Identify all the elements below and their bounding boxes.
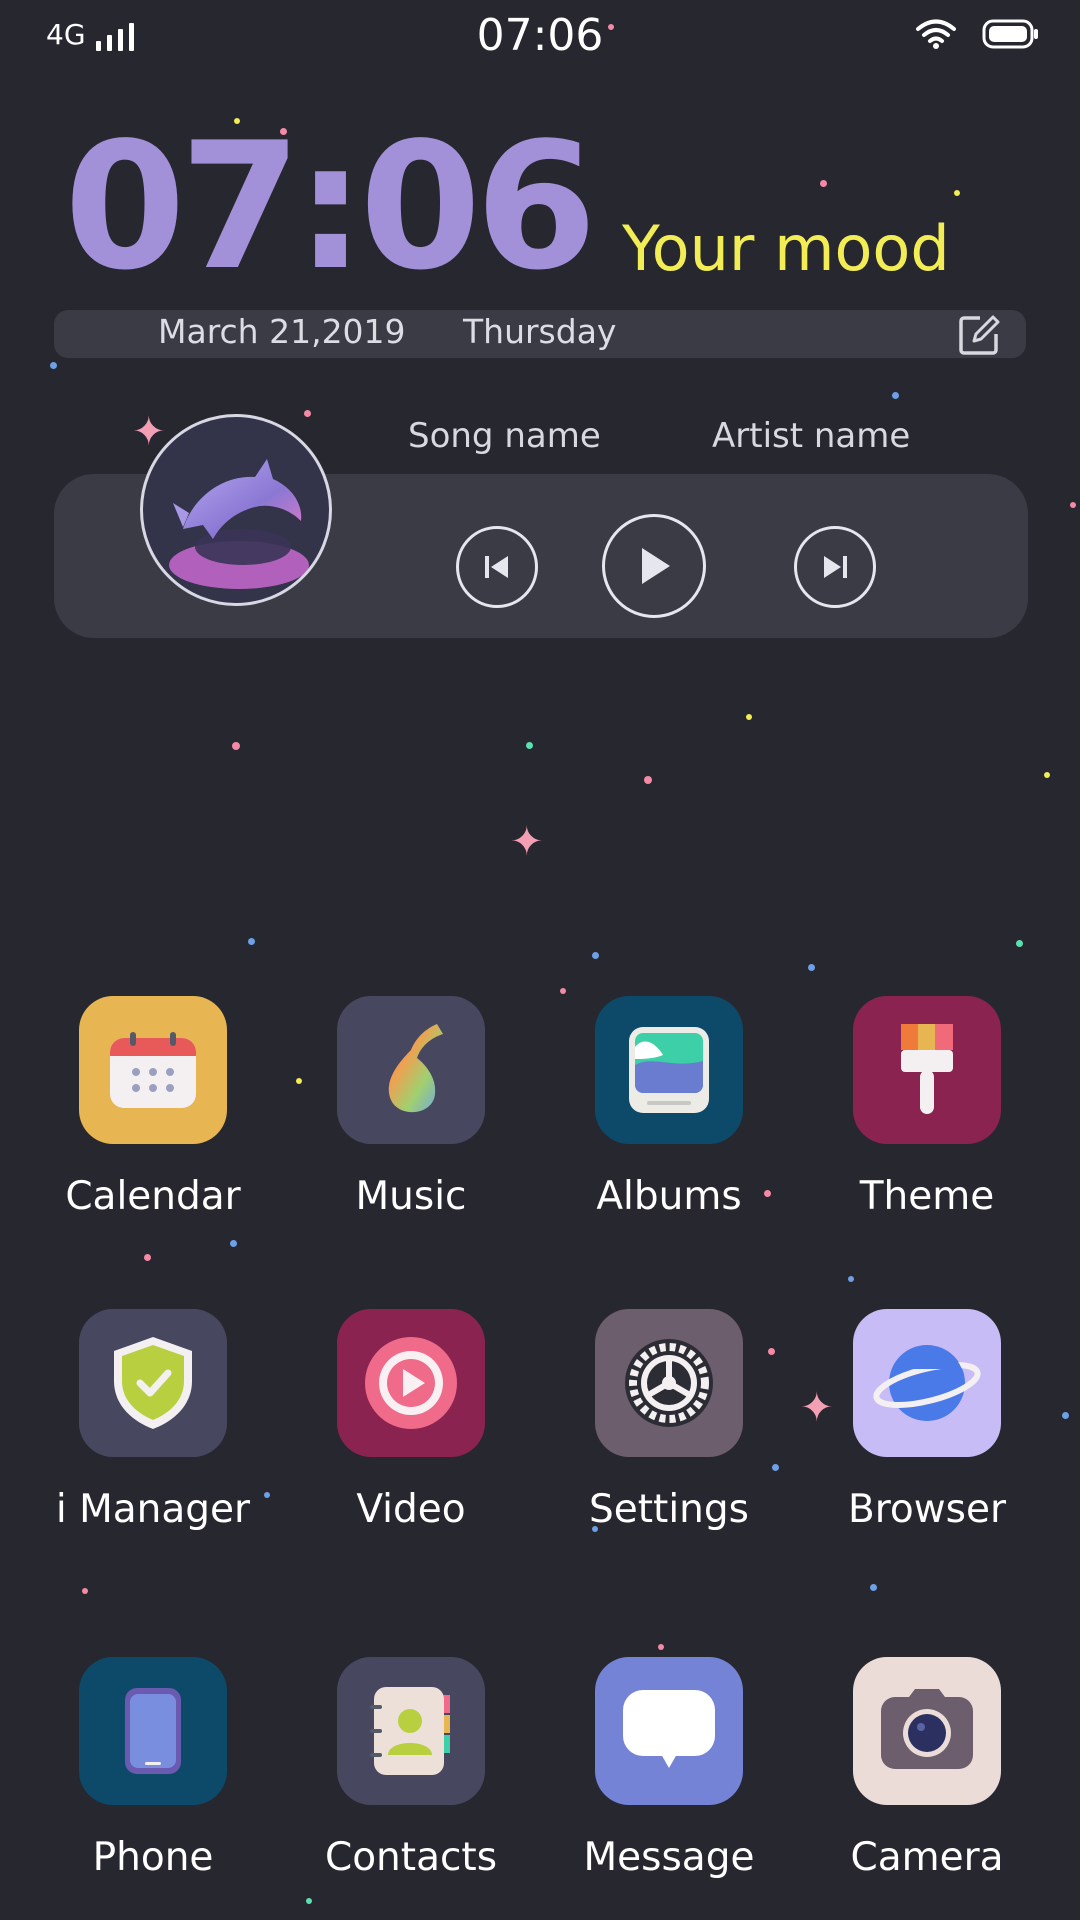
albums-tile[interactable] — [595, 996, 743, 1144]
shield-check-icon — [114, 1337, 192, 1429]
mood-label[interactable]: Your mood — [622, 212, 950, 285]
calendar-icon — [110, 1032, 196, 1108]
song-name: Song name — [408, 416, 601, 456]
contacts-tile[interactable] — [337, 1657, 485, 1805]
app-contacts[interactable]: Contacts — [301, 1657, 521, 1880]
app-i-manager[interactable]: i Manager — [43, 1309, 263, 1532]
contacts-icon — [370, 1687, 450, 1775]
planet-icon — [873, 1345, 981, 1421]
app-label: Theme — [859, 1174, 995, 1219]
message-icon — [623, 1690, 715, 1768]
edit-icon[interactable] — [958, 314, 1000, 356]
artist-name: Artist name — [712, 416, 911, 456]
theme-tile[interactable] — [853, 996, 1001, 1144]
app-music[interactable]: Music — [301, 996, 521, 1219]
phone-icon — [125, 1688, 181, 1774]
app-label: Phone — [92, 1835, 214, 1880]
wifi-icon — [916, 19, 956, 49]
app-label: Message — [583, 1835, 755, 1880]
next-button[interactable] — [794, 526, 876, 608]
status-icons — [916, 18, 1040, 50]
albums-icon — [629, 1027, 709, 1113]
app-label: Camera — [850, 1835, 1004, 1880]
app-browser[interactable]: Browser — [817, 1309, 1037, 1532]
app-theme[interactable]: Theme — [817, 996, 1037, 1219]
clock-display: 07:06 — [64, 106, 597, 309]
calendar-tile[interactable] — [79, 996, 227, 1144]
weekday-label: Thursday — [463, 312, 617, 351]
i-manager-tile[interactable] — [79, 1309, 227, 1457]
previous-icon — [485, 556, 508, 578]
dolphin-icon — [169, 459, 309, 589]
phone-tile[interactable] — [79, 1657, 227, 1805]
app-label: Contacts — [324, 1835, 498, 1880]
video-tile[interactable] — [337, 1309, 485, 1457]
settings-tile[interactable] — [595, 1309, 743, 1457]
camera-icon — [881, 1689, 973, 1769]
app-phone[interactable]: Phone — [43, 1657, 263, 1880]
date-label: March 21,2019 — [158, 312, 406, 351]
app-calendar[interactable]: Calendar — [43, 996, 263, 1219]
app-label: Music — [355, 1174, 467, 1219]
battery-icon — [982, 19, 1038, 49]
app-label: Albums — [596, 1174, 742, 1219]
app-label: i Manager — [55, 1487, 251, 1532]
browser-tile[interactable] — [853, 1309, 1001, 1457]
app-video[interactable]: Video — [301, 1309, 521, 1532]
album-art[interactable] — [140, 414, 332, 606]
paintbrush-icon — [901, 1024, 953, 1114]
music-tile[interactable] — [337, 996, 485, 1144]
previous-button[interactable] — [456, 526, 538, 608]
app-albums[interactable]: Albums — [559, 996, 779, 1219]
message-tile[interactable] — [595, 1657, 743, 1805]
camera-tile[interactable] — [853, 1657, 1001, 1805]
next-icon — [824, 556, 847, 578]
app-settings[interactable]: Settings — [559, 1309, 779, 1532]
app-label: Calendar — [65, 1174, 241, 1219]
play-icon — [642, 548, 670, 584]
music-note-icon — [388, 1024, 443, 1113]
app-label: Browser — [847, 1487, 1007, 1532]
gear-icon — [625, 1339, 713, 1427]
app-message[interactable]: Message — [559, 1657, 779, 1880]
app-label: Video — [356, 1487, 466, 1532]
app-label: Settings — [589, 1487, 749, 1532]
video-play-icon — [365, 1337, 457, 1429]
play-button[interactable] — [602, 514, 706, 618]
app-camera[interactable]: Camera — [817, 1657, 1037, 1880]
